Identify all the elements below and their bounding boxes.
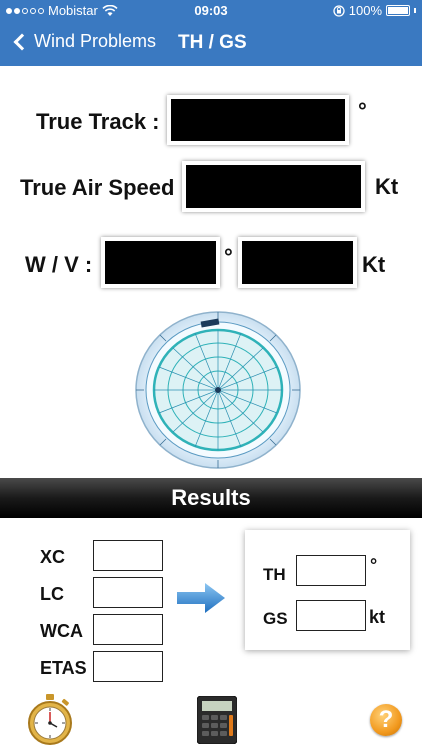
gs-label: GS [263,609,288,628]
etas-label: ETAS [40,658,87,678]
true-track-input[interactable] [167,95,349,145]
wind-speed-input[interactable] [238,237,357,288]
true-air-speed-label: True Air Speed : [20,175,188,200]
battery-percent: 100% [348,3,382,18]
th-label: TH [263,565,286,584]
status-bar: Mobistar 09:03 100% [0,0,422,22]
battery-info: 100% [333,3,416,18]
th-output [296,555,366,586]
gs-unit: kt [369,607,386,627]
back-button[interactable]: Wind Problems [12,31,156,52]
help-icon[interactable]: ? [370,704,402,736]
nav-bar: Wind Problems TH / GS [0,22,422,66]
true-track-label: True Track : [36,109,160,134]
etas-output [93,651,163,682]
wca-label: WCA [40,621,83,641]
wca-output [93,614,163,645]
true-air-speed-input[interactable] [182,161,365,212]
stopwatch-icon[interactable] [26,694,74,746]
true-track-unit: ° [358,98,367,123]
wind-velocity-label: W / V : [25,252,93,277]
page-title: TH / GS [178,32,247,53]
wind-direction-unit: ° [224,244,233,269]
arrow-right-icon [177,583,225,613]
lc-output [93,577,163,608]
wind-direction-input[interactable] [101,237,220,288]
back-button-label: Wind Problems [34,31,157,51]
wind-speed-unit: Kt [362,252,386,277]
chevron-left-icon [13,33,31,50]
help-glyph: ? [378,706,394,733]
xc-output [93,540,163,571]
th-unit: ° [370,555,378,575]
orientation-lock-icon [333,4,345,17]
gs-output [296,600,366,631]
heading-groundspeed-card: TH ° GS kt [245,530,410,650]
battery-icon [386,5,410,16]
flight-computer-dial-icon [135,311,301,469]
calculator-icon[interactable] [197,696,237,744]
results-header: Results [0,478,422,518]
true-air-speed-unit: Kt [375,174,399,199]
lc-label: LC [40,584,64,604]
xc-label: XC [40,547,66,567]
